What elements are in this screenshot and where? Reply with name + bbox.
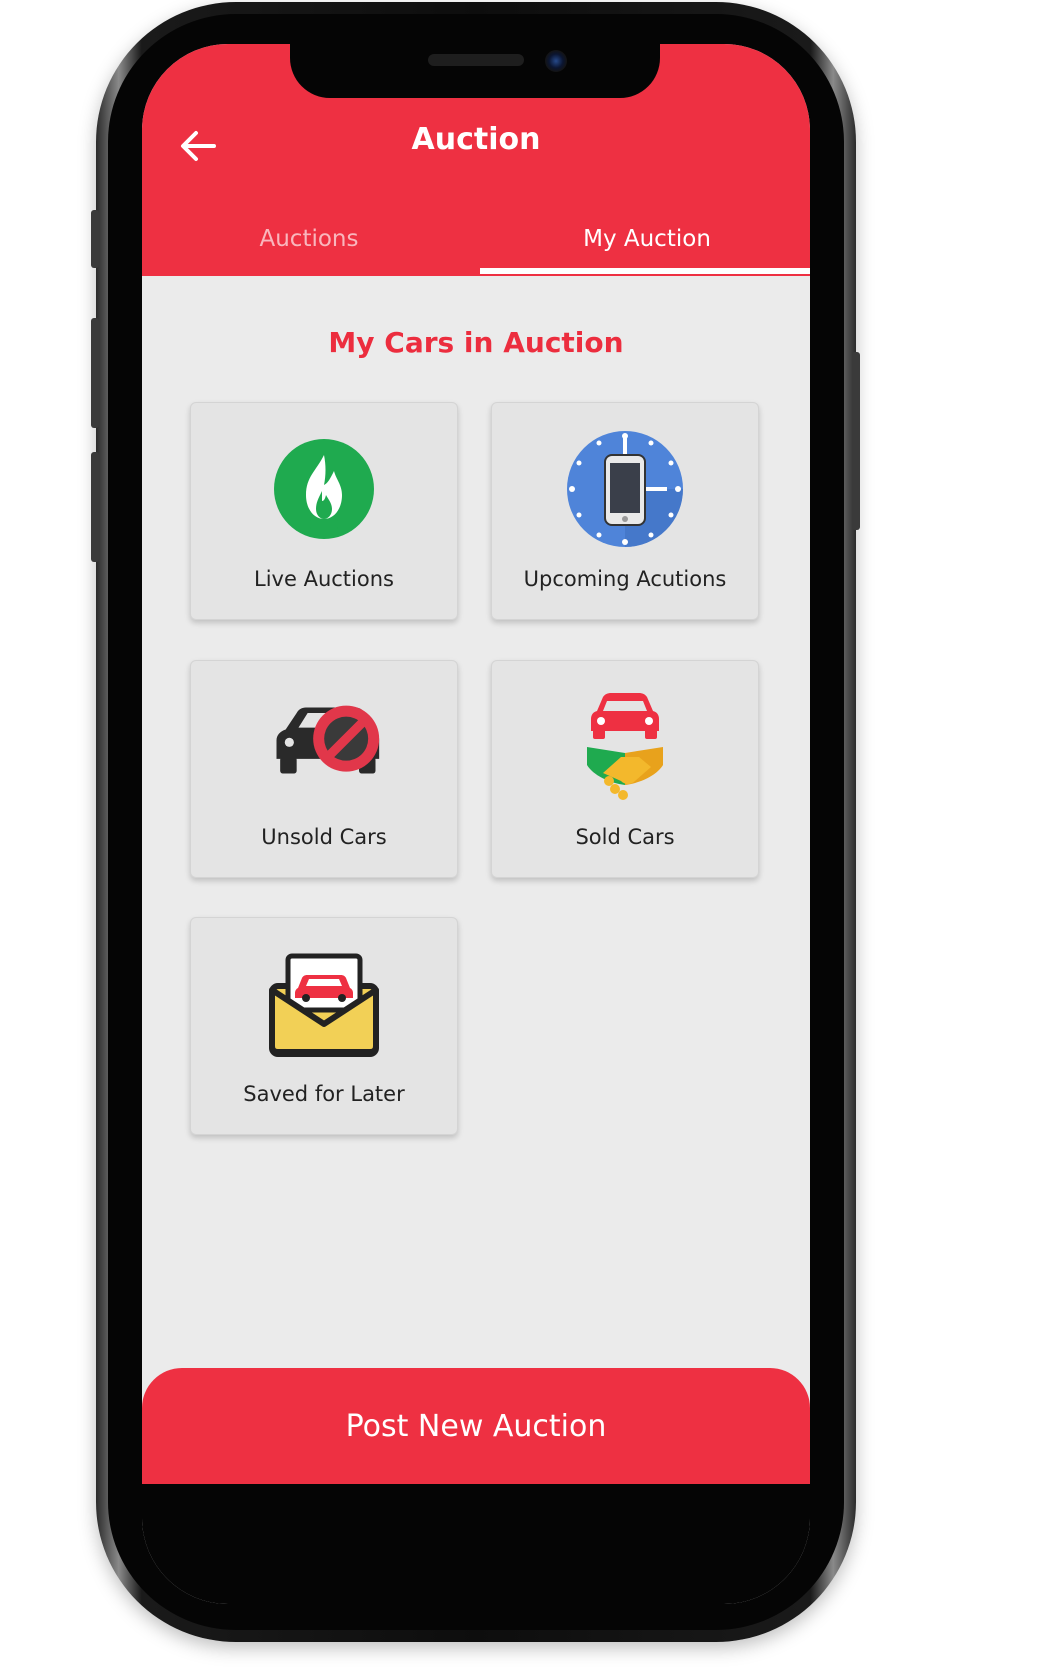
tile-label: Saved for Later [243,1082,405,1106]
tile-label: Upcoming Acutions [523,567,727,591]
post-new-auction-button[interactable]: Post New Auction [142,1368,810,1484]
tile-upcoming-auctions[interactable]: Upcoming Acutions [491,402,759,620]
car-envelope-icon [269,953,379,1057]
phone-power-button [852,352,860,530]
phone-volume-down-button [91,452,99,562]
flame-icon [274,439,374,539]
tile-sold-cars[interactable]: Sold Cars [491,660,759,878]
tab-auctions[interactable]: Auctions [142,204,476,274]
tab-my-auction[interactable]: My Auction [480,204,810,274]
screen-bottom-edge [142,1484,810,1604]
section-title: My Cars in Auction [328,326,624,359]
tile-label: Sold Cars [575,825,675,849]
car-prohibited-icon [276,705,380,774]
tile-label: Live Auctions [254,567,394,591]
phone-notch [290,40,660,98]
tile-live-auctions[interactable]: Live Auctions [190,402,458,620]
active-tab-indicator [480,268,810,274]
app-screen: Auction Auctions My Auction My Cars in A… [142,44,810,1604]
phone-speaker [428,54,524,66]
phone-silent-switch [91,210,99,268]
tile-label: Unsold Cars [261,825,387,849]
car-handshake-icon [587,693,663,800]
phone-volume-up-button [91,318,99,428]
phone-clock-icon [567,431,683,547]
tile-saved-for-later[interactable]: Saved for Later [190,917,458,1135]
front-camera [545,50,567,72]
tile-unsold-cars[interactable]: Unsold Cars [190,660,458,878]
page-title: Auction [411,122,541,157]
